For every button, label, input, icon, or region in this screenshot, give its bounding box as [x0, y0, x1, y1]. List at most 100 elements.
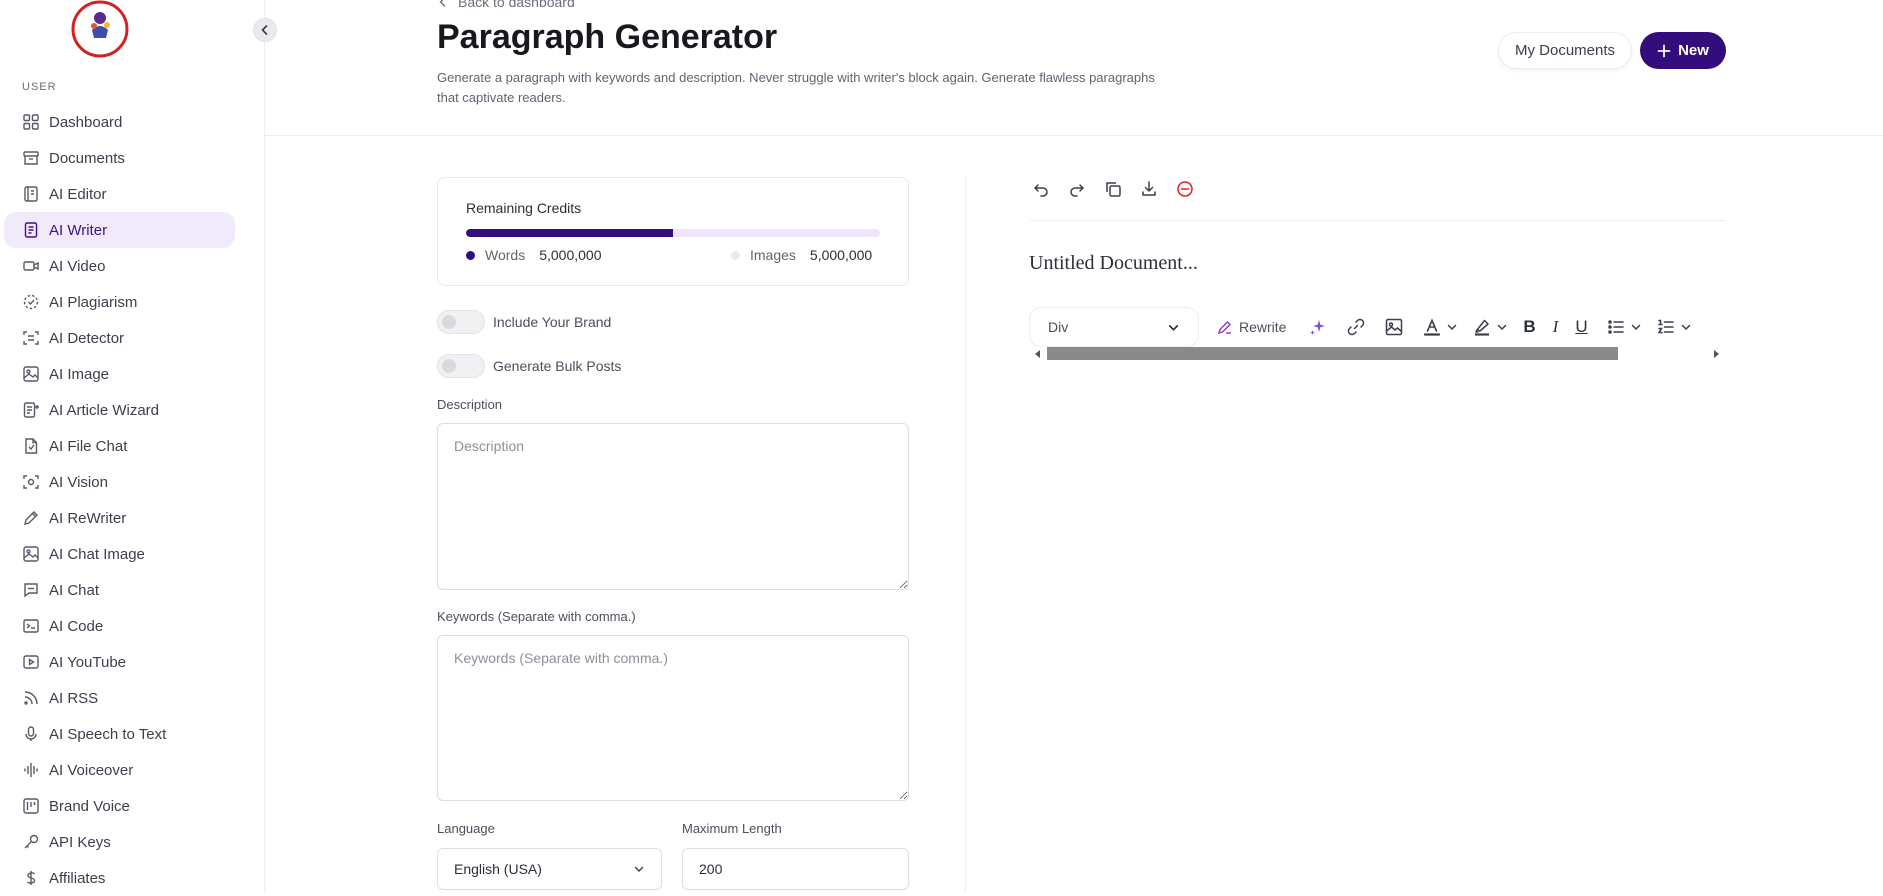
sidebar-item-ai-vision[interactable]: AI Vision	[4, 464, 235, 500]
sidebar-item-api-keys[interactable]: API Keys	[4, 824, 235, 860]
max-length-input[interactable]	[682, 848, 909, 890]
scroll-left-arrow-icon[interactable]	[1035, 350, 1040, 358]
sidebar-item-label: AI Video	[49, 257, 106, 275]
sidebar-item-affiliates[interactable]: Affiliates	[4, 860, 235, 896]
rss-icon	[22, 689, 40, 707]
delete-icon[interactable]	[1176, 180, 1194, 198]
italic-button[interactable]: I	[1548, 317, 1562, 337]
words-value: 5,000,000	[539, 247, 602, 263]
redo-icon[interactable]	[1068, 180, 1086, 198]
my-documents-button[interactable]: My Documents	[1498, 32, 1632, 69]
sidebar-item-label: AI Editor	[49, 185, 107, 203]
sidebar-item-documents[interactable]: Documents	[4, 140, 235, 176]
sidebar-item-label: AI Code	[49, 617, 104, 635]
block-type-select[interactable]: Div	[1029, 307, 1199, 347]
chevron-down-icon	[1496, 321, 1508, 333]
grid-icon	[22, 113, 40, 131]
underline-button[interactable]: U	[1574, 317, 1588, 337]
sidebar-item-ai-image[interactable]: AI Image	[4, 356, 235, 392]
sidebar-item-ai-plagiarism[interactable]: AI Plagiarism	[4, 284, 235, 320]
numbered-list-control[interactable]	[1656, 317, 1692, 337]
chevron-down-icon	[633, 863, 645, 875]
download-icon[interactable]	[1140, 180, 1158, 198]
document-title[interactable]: Untitled Document...	[1029, 252, 1198, 275]
sparkle-icon[interactable]	[1308, 317, 1328, 337]
link-icon[interactable]	[1346, 317, 1366, 337]
sidebar-nav: Dashboard Documents AI Editor AI Writer …	[0, 104, 265, 896]
section-label-user: USER	[22, 81, 57, 93]
language-label: Language	[437, 821, 495, 836]
undo-icon[interactable]	[1032, 180, 1050, 198]
sidebar-item-ai-chat-image[interactable]: AI Chat Image	[4, 536, 235, 572]
sidebar-item-ai-video[interactable]: AI Video	[4, 248, 235, 284]
language-value: English (USA)	[454, 861, 542, 877]
highlighter-icon	[1472, 317, 1492, 337]
chevron-down-icon	[1680, 321, 1692, 333]
document-icon	[22, 221, 40, 239]
sidebar-item-label: AI Chat	[49, 581, 100, 599]
sidebar-item-ai-chat[interactable]: AI Chat	[4, 572, 235, 608]
include-brand-toggle[interactable]	[437, 310, 485, 334]
collapse-sidebar-button[interactable]	[253, 18, 277, 42]
bulk-posts-toggle[interactable]	[437, 354, 485, 378]
sidebar-item-ai-detector[interactable]: AI Detector	[4, 320, 235, 356]
back-to-dashboard-link[interactable]: Back to dashboard	[437, 0, 575, 10]
scrollbar-thumb[interactable]	[1047, 347, 1618, 360]
sidebar-item-label: Brand Voice	[49, 797, 130, 815]
sidebar-item-label: AI Vision	[49, 473, 108, 491]
toolbar-scrollbar[interactable]	[1035, 347, 1719, 361]
rewrite-button[interactable]: Rewrite	[1217, 319, 1286, 335]
launchgro-logo[interactable]	[70, 0, 130, 58]
editor-actions	[1032, 180, 1212, 198]
scroll-right-arrow-icon[interactable]	[1714, 350, 1719, 358]
copy-icon[interactable]	[1104, 180, 1122, 198]
sidebar-item-ai-article-wizard[interactable]: AI Article Wizard	[4, 392, 235, 428]
keywords-textarea[interactable]	[437, 635, 909, 801]
chat-image-icon	[22, 545, 40, 563]
keywords-label: Keywords (Separate with comma.)	[437, 609, 636, 624]
chat-icon	[22, 581, 40, 599]
sidebar-item-label: AI Article Wizard	[49, 401, 160, 419]
editor-toolbar: Div Rewrite B I U	[1029, 307, 1724, 347]
sidebar-item-ai-voiceover[interactable]: AI Voiceover	[4, 752, 235, 788]
key-icon	[22, 833, 40, 851]
bullet-list-control[interactable]	[1606, 317, 1642, 337]
sidebar-item-ai-editor[interactable]: AI Editor	[4, 176, 235, 212]
sidebar-item-label: AI YouTube	[49, 653, 127, 671]
text-color-icon	[1422, 317, 1442, 337]
sidebar-item-label: AI File Chat	[49, 437, 128, 455]
sidebar-item-label: AI Speech to Text	[49, 725, 167, 743]
scan-icon	[22, 329, 40, 347]
file-chat-icon	[22, 437, 40, 455]
description-textarea[interactable]	[437, 423, 909, 590]
sidebar-item-label: AI Chat Image	[49, 545, 145, 563]
bullet-list-icon	[1606, 317, 1626, 337]
voiceover-icon	[22, 761, 40, 779]
new-button-label: New	[1678, 42, 1709, 59]
sidebar-item-label: AI ReWriter	[49, 509, 127, 527]
language-select[interactable]: English (USA)	[437, 848, 662, 890]
bold-button[interactable]: B	[1522, 317, 1536, 337]
sidebar-item-ai-writer[interactable]: AI Writer	[4, 212, 235, 248]
sidebar-item-label: API Keys	[49, 833, 111, 851]
editor-actions-divider	[1030, 220, 1726, 221]
video-icon	[22, 257, 40, 275]
youtube-icon	[22, 653, 40, 671]
sidebar-item-ai-rewriter[interactable]: AI ReWriter	[4, 500, 235, 536]
sidebar-item-ai-speech-to-text[interactable]: AI Speech to Text	[4, 716, 235, 752]
sidebar-item-ai-rss[interactable]: AI RSS	[4, 680, 235, 716]
highlight-control[interactable]	[1472, 317, 1508, 337]
chevron-down-icon	[1167, 321, 1180, 334]
images-dot-icon	[731, 250, 740, 260]
sidebar-item-label: AI Plagiarism	[49, 293, 138, 311]
insert-image-icon[interactable]	[1384, 317, 1404, 337]
sidebar-item-label: AI Writer	[49, 221, 108, 239]
sidebar-item-ai-youtube[interactable]: AI YouTube	[4, 644, 235, 680]
sidebar-item-ai-file-chat[interactable]: AI File Chat	[4, 428, 235, 464]
text-color-control[interactable]	[1422, 317, 1458, 337]
new-button[interactable]: New	[1640, 32, 1726, 69]
column-divider	[965, 176, 966, 893]
sidebar-item-dashboard[interactable]: Dashboard	[4, 104, 235, 140]
sidebar-item-brand-voice[interactable]: Brand Voice	[4, 788, 235, 824]
sidebar-item-ai-code[interactable]: AI Code	[4, 608, 235, 644]
